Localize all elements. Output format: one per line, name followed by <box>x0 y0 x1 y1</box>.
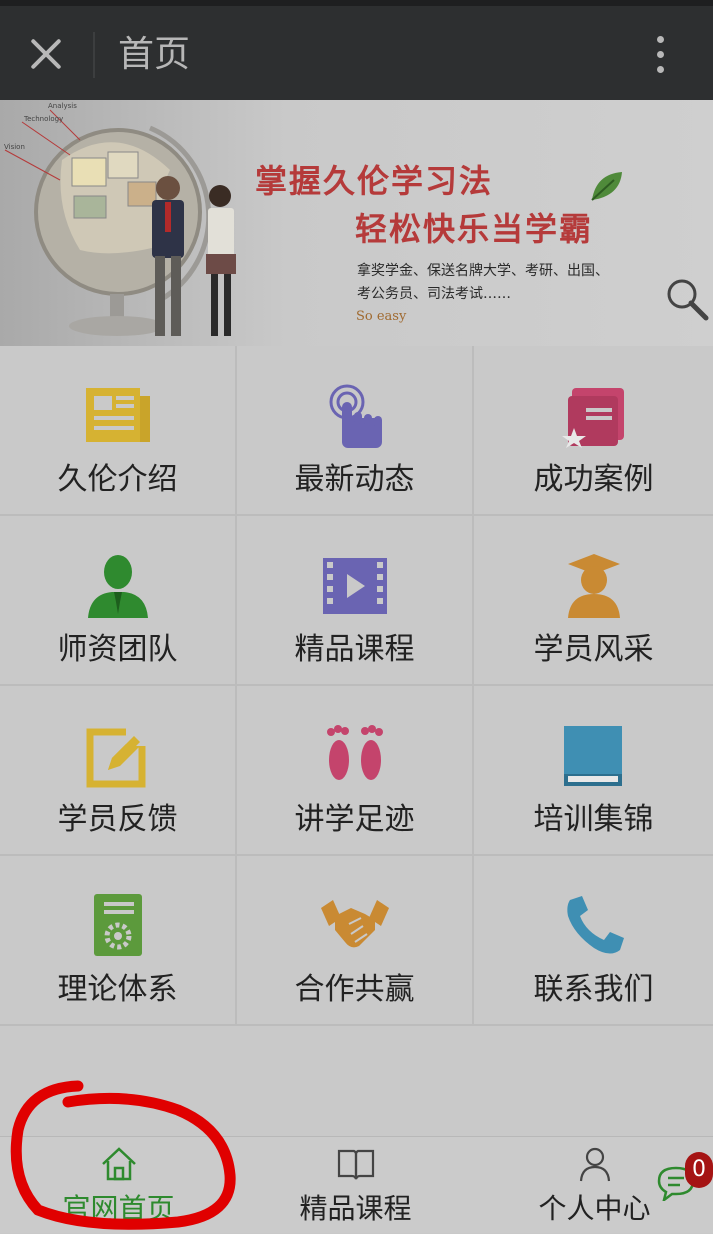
menu-item-label: 精品课程 <box>294 632 415 667</box>
menu-item-highlights[interactable]: 培训集锦 <box>474 686 713 856</box>
banner-subheadline: 轻松快乐当学霸 <box>355 210 594 248</box>
edit-icon <box>86 726 150 788</box>
menu-item-footprints[interactable]: 讲学足迹 <box>237 686 474 856</box>
menu-item-label: 成功案例 <box>533 462 654 497</box>
menu-item-news[interactable]: 最新动态 <box>237 346 474 516</box>
settings-book-icon <box>93 894 142 956</box>
menu-item-cooperation[interactable]: 合作共赢 <box>237 856 474 1026</box>
menu-item-label: 学员风采 <box>533 632 654 667</box>
menu-item-label: 联系我们 <box>533 972 654 1007</box>
book-icon <box>563 726 622 786</box>
user-icon <box>579 1147 610 1182</box>
menu-item-feedback[interactable]: 学员反馈 <box>0 686 237 856</box>
menu-item-label: 合作共赢 <box>294 972 415 1007</box>
menu-item-label: 学员反馈 <box>57 802 178 837</box>
banner-tagline: So easy <box>356 309 407 324</box>
students-illustration <box>152 176 236 336</box>
menu-item-cases[interactable]: 成功案例 <box>474 346 713 516</box>
home-icon <box>101 1147 136 1181</box>
menu-item-intro[interactable]: 久伦介绍 <box>0 346 237 516</box>
menu-item-contact[interactable]: 联系我们 <box>474 856 713 1026</box>
globe-label: Analysis <box>48 102 77 110</box>
menu-item-label: 师资团队 <box>57 632 178 667</box>
bottom-nav: 官网首页 精品课程 个人中心 <box>0 1136 713 1233</box>
menu-item-courses[interactable]: 精品课程 <box>237 516 474 686</box>
newspaper-icon <box>85 388 150 442</box>
banner-description: 拿奖学金、保送名牌大学、考研、出国、 考公务员、司法考试…… <box>357 260 657 306</box>
nav-courses-label: 精品课程 <box>299 1192 412 1225</box>
globe-label: Vision <box>4 143 25 151</box>
leaf-icon <box>591 172 622 201</box>
menu-item-label: 讲学足迹 <box>294 802 415 837</box>
book-star-icon <box>561 388 624 448</box>
menu-grid: 久伦介绍 最新动态 成功案例 师资团队 精品课程 学员风采 学员反馈 讲学足迹 … <box>0 346 713 1028</box>
banner-description-line: 拿奖学金、保送名牌大学、考研、出国、 <box>357 263 609 279</box>
footprints-icon <box>326 725 383 780</box>
teacher-icon <box>87 555 148 618</box>
more-options-icon[interactable] <box>648 32 672 78</box>
menu-item-label: 久伦介绍 <box>57 462 178 497</box>
banner[interactable]: Analysis Technology Vision 掌握久伦学习法 轻松快乐当… <box>0 100 713 346</box>
header-divider <box>93 32 95 78</box>
close-button[interactable] <box>20 30 70 80</box>
nav-home-label: 官网首页 <box>62 1192 175 1225</box>
page-title: 首页 <box>118 34 191 75</box>
menu-item-label: 培训集锦 <box>533 802 654 837</box>
menu-item-label: 理论体系 <box>57 972 178 1007</box>
banner-headline: 掌握久伦学习法 <box>255 162 494 200</box>
top-bar: 首页 <box>0 6 713 100</box>
handshake-icon <box>320 900 389 948</box>
globe-label: Technology <box>23 115 63 123</box>
video-icon <box>322 558 387 614</box>
graduate-icon <box>567 554 620 618</box>
menu-item-label: 最新动态 <box>294 462 415 497</box>
menu-item-students[interactable]: 学员风采 <box>474 516 713 686</box>
nav-home[interactable]: 官网首页 <box>0 1137 237 1234</box>
nav-courses[interactable]: 精品课程 <box>237 1137 474 1234</box>
phone-icon <box>566 896 624 954</box>
banner-description-line: 考公务员、司法考试…… <box>357 286 511 302</box>
tap-hand-icon <box>329 384 382 448</box>
menu-item-theory[interactable]: 理论体系 <box>0 856 237 1026</box>
magnifier-icon <box>667 279 709 321</box>
unread-badge: 0 <box>685 1152 713 1188</box>
menu-item-teachers[interactable]: 师资团队 <box>0 516 237 686</box>
book-open-icon <box>337 1149 374 1180</box>
